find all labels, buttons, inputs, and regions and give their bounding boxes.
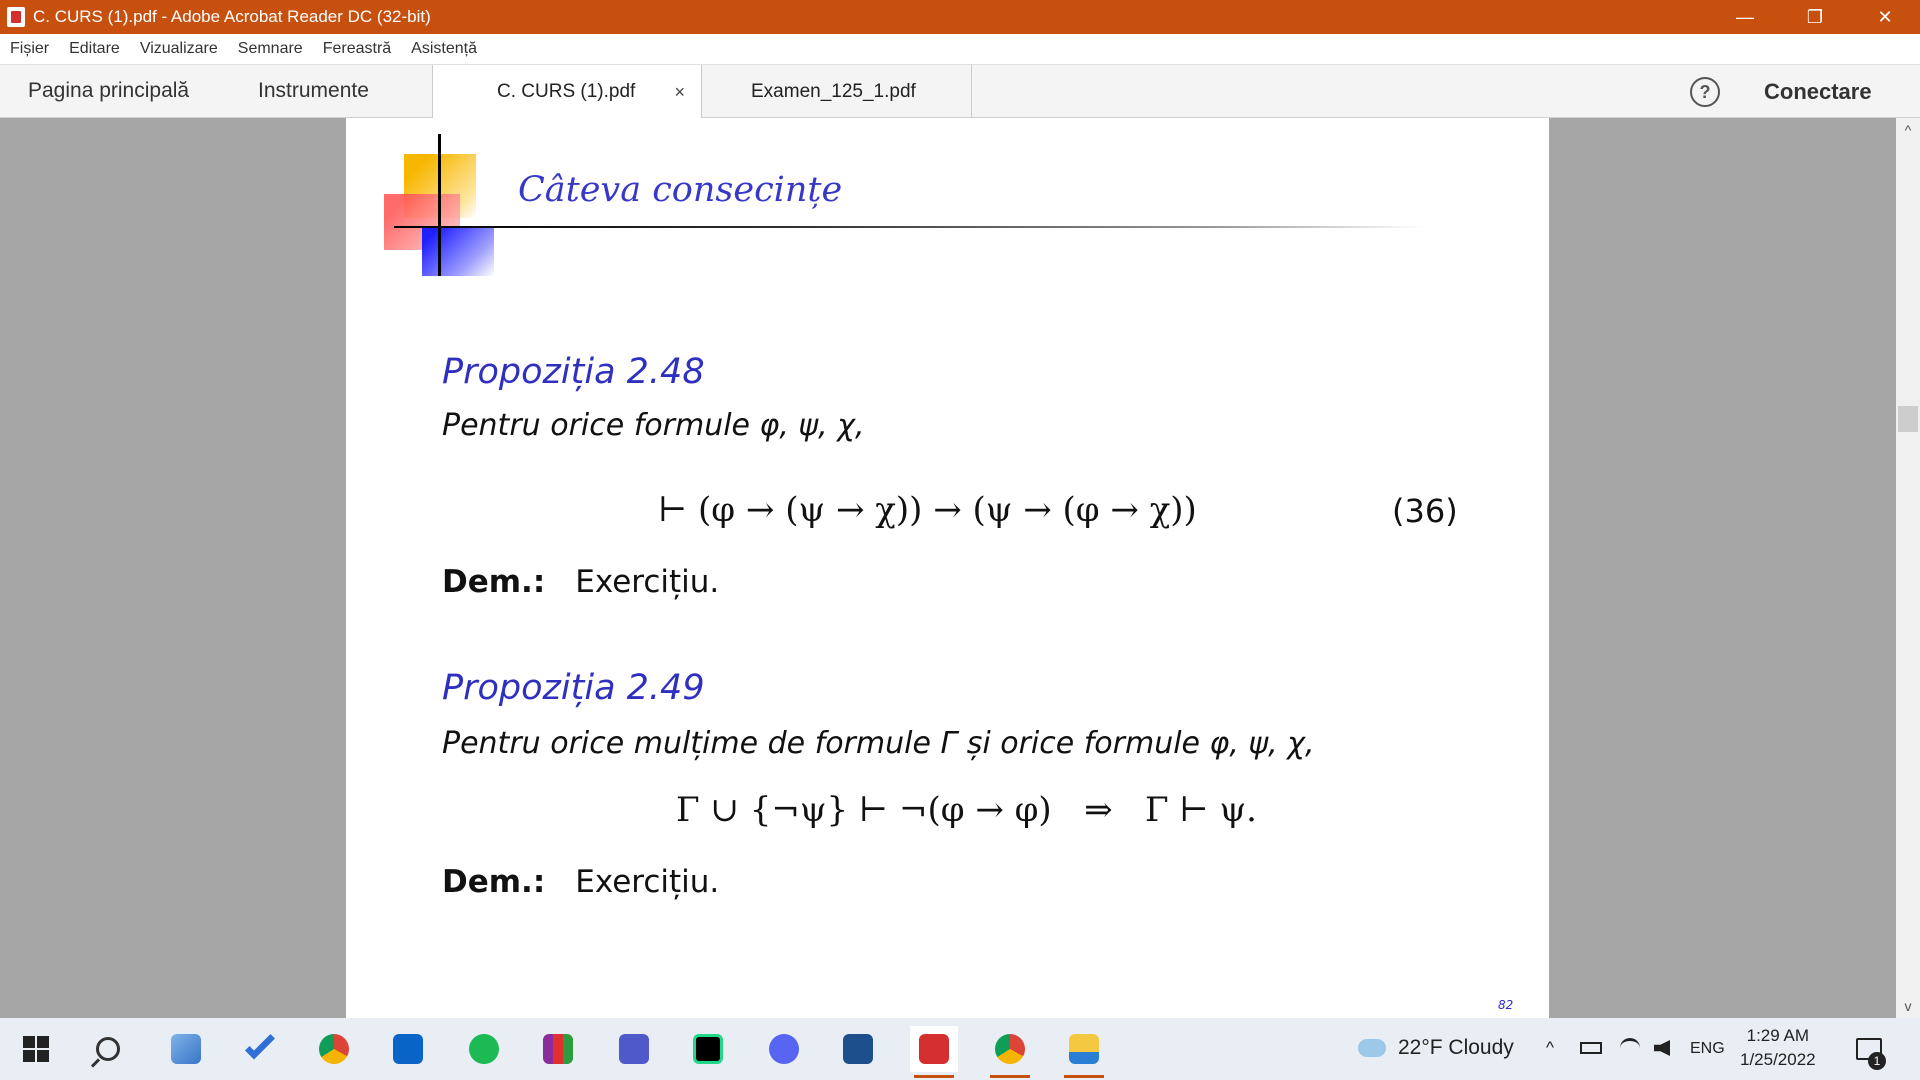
signin-button[interactable]: Conectare <box>1764 79 1872 105</box>
discord-icon[interactable] <box>760 1026 808 1072</box>
tab-bar: Pagina principală Instrumente C. CURS (1… <box>0 64 1920 119</box>
winrar-icon[interactable] <box>534 1026 582 1072</box>
pc-icon[interactable] <box>162 1026 210 1072</box>
tab-document-examen[interactable]: Examen_125_1.pdf <box>702 65 972 118</box>
todo-icon[interactable] <box>236 1026 284 1072</box>
notification-badge: 1 <box>1868 1052 1886 1070</box>
chrome-profile-icon[interactable] <box>986 1026 1034 1078</box>
proof-label: Dem.: <box>442 864 546 900</box>
menu-window[interactable]: Fereastră <box>323 40 391 58</box>
file-explorer-icon[interactable] <box>1060 1026 1108 1078</box>
title-bar: C. CURS (1).pdf - Adobe Acrobat Reader D… <box>0 0 1920 34</box>
chrome-icon[interactable] <box>310 1026 358 1072</box>
proof-text: Exercițiu. <box>575 564 720 600</box>
minimize-button[interactable]: — <box>1710 0 1780 34</box>
search-icon[interactable] <box>84 1026 132 1072</box>
clock-time: 1:29 AM <box>1746 1026 1809 1045</box>
proof-text: Exercițiu. <box>575 864 720 900</box>
slide-decoration-vertical-line <box>438 134 441 276</box>
menu-sign[interactable]: Semnare <box>238 40 303 58</box>
slide-decoration-blue <box>422 226 494 276</box>
acrobat-icon[interactable] <box>910 1026 958 1078</box>
vertical-scrollbar[interactable]: ^ v <box>1896 118 1920 1018</box>
proposition-text: Pentru orice formule φ, ψ, χ, <box>442 408 865 443</box>
proof-line: Dem.: Exercițiu. <box>442 864 719 900</box>
menu-edit[interactable]: Editare <box>69 40 120 58</box>
volume-icon[interactable] <box>1654 1040 1670 1056</box>
clock[interactable]: 1:29 AM 1/25/2022 <box>1740 1024 1816 1072</box>
virtualbox-icon[interactable] <box>834 1026 882 1072</box>
close-button[interactable]: ✕ <box>1850 0 1920 34</box>
spotify-icon[interactable] <box>460 1026 508 1072</box>
help-icon[interactable]: ? <box>1690 77 1720 107</box>
scroll-down-icon[interactable]: v <box>1896 998 1920 1014</box>
tab-document-label: Examen_125_1.pdf <box>751 80 916 102</box>
taskbar: 22°F Cloudy ^ ENG 1:29 AM 1/25/2022 1 <box>0 1018 1920 1080</box>
battery-icon[interactable] <box>1580 1042 1602 1054</box>
proposition-title: Propoziția 2.49 <box>442 668 705 708</box>
wifi-icon[interactable] <box>1620 1038 1640 1058</box>
formula: Γ ∪ {¬ψ} ⊢ ¬(φ → φ) ⇒ Γ ⊢ ψ. <box>676 790 1257 830</box>
pdf-page: Câteva consecințe Propoziția 2.48 Pentru… <box>346 118 1549 1018</box>
weather-widget[interactable]: 22°F Cloudy <box>1358 1036 1514 1060</box>
slide-title: Câteva consecințe <box>518 170 843 210</box>
tab-home[interactable]: Pagina principală <box>28 79 189 103</box>
tab-tools[interactable]: Instrumente <box>258 79 369 103</box>
tray-overflow-icon[interactable]: ^ <box>1546 1038 1554 1058</box>
scroll-thumb[interactable] <box>1898 406 1918 432</box>
outlook-icon[interactable] <box>384 1026 432 1072</box>
tab-document-label: C. CURS (1).pdf <box>497 81 636 102</box>
menu-file[interactable]: Fișier <box>10 40 49 58</box>
page-number: 82 <box>1498 998 1514 1012</box>
proposition-text: Pentru orice mulțime de formule Γ și ori… <box>442 726 1315 761</box>
window-title: C. CURS (1).pdf - Adobe Acrobat Reader D… <box>33 7 431 26</box>
tab-document-curs[interactable]: C. CURS (1).pdf × <box>432 65 702 119</box>
slide-decoration-horizontal-line <box>394 226 1424 228</box>
tab-close-icon[interactable]: × <box>674 82 685 103</box>
menu-help[interactable]: Asistență <box>411 40 477 58</box>
formula: ⊢ (φ → (ψ → χ)) → (ψ → (φ → χ)) <box>658 490 1197 530</box>
start-icon[interactable] <box>12 1026 60 1072</box>
document-viewport[interactable]: Câteva consecințe Propoziția 2.48 Pentru… <box>0 118 1896 1018</box>
cloud-icon <box>1358 1039 1386 1057</box>
scroll-up-icon[interactable]: ^ <box>1896 122 1920 138</box>
proof-line: Dem.: Exercițiu. <box>442 564 719 600</box>
proof-label: Dem.: <box>442 564 546 600</box>
restore-button[interactable]: ❐ <box>1780 0 1850 34</box>
teams-icon[interactable] <box>610 1026 658 1072</box>
menu-bar: Fișier Editare Vizualizare Semnare Ferea… <box>0 34 1920 64</box>
equation-number: (36) <box>1392 492 1458 530</box>
pycharm-icon[interactable] <box>684 1026 732 1072</box>
clock-date: 1/25/2022 <box>1740 1050 1816 1069</box>
acrobat-app-icon <box>7 7 25 27</box>
language-indicator[interactable]: ENG <box>1690 1040 1725 1058</box>
proposition-title: Propoziția 2.48 <box>442 352 705 392</box>
weather-text: 22°F Cloudy <box>1398 1036 1514 1059</box>
menu-view[interactable]: Vizualizare <box>140 40 218 58</box>
